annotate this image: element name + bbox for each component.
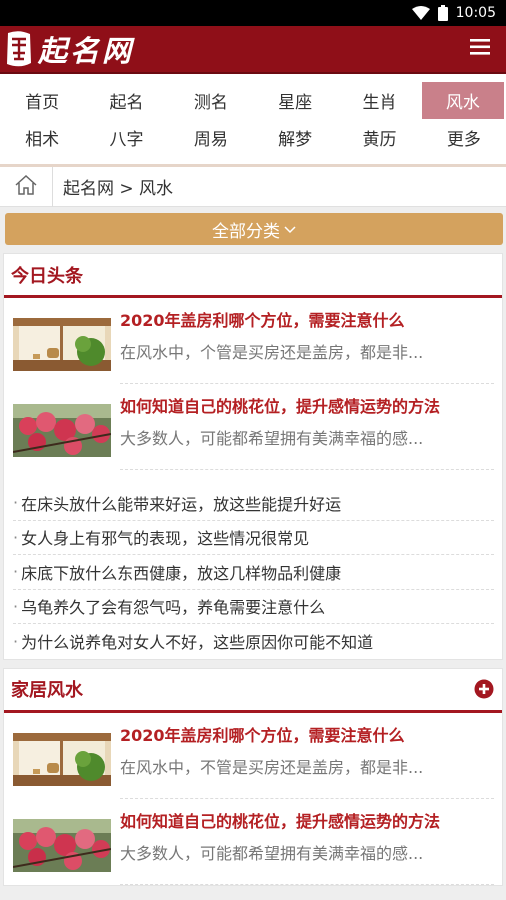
article-desc: 大多数人，可能都希望拥有美满幸福的感... (120, 429, 424, 448)
nav-item-zhouyi[interactable]: 周易 (169, 119, 253, 156)
article-thumbnail-peach-blossom (12, 818, 112, 872)
chevron-down-icon (284, 219, 296, 239)
nav-item-almanac[interactable]: 黄历 (337, 119, 421, 156)
plus-circle-icon[interactable] (474, 679, 494, 699)
article-item[interactable]: 如何知道自己的桃花位，提升感情运势的方法 大多数人，可能都希望拥有美满幸福的感.… (4, 799, 502, 885)
article-desc: 在风水中，不管是买房还是盖房，都是非... (120, 757, 424, 777)
status-time: 10:05 (455, 5, 496, 21)
all-categories-label: 全部分类 (212, 221, 280, 242)
logo-text: 起名网 (38, 34, 135, 68)
breadcrumb-text[interactable]: 起名网 > 风水 (53, 174, 173, 199)
article-thumbnail-window-tea (13, 318, 111, 371)
section-header: 今日头条 (4, 254, 502, 298)
headline-link-list: · 在床头放什么能带来好运，放这些能提升好运 · 女人身上有邪气的表现，这些情况很常… (4, 470, 502, 659)
nav-item-bazi[interactable]: 八字 (84, 119, 168, 156)
article-desc: 大多数人，可能都希望拥有美满幸福的感... (120, 843, 424, 863)
nav-item-physiognomy[interactable]: 相术 (0, 119, 84, 156)
nav-row-2: 相术 八字 周易 解梦 黄历 更多 (0, 119, 506, 156)
list-item[interactable]: · 乌龟养久了会有怨气吗，养龟需要注意什么 (13, 590, 494, 624)
list-item[interactable]: · 在床头放什么能带来好运，放这些能提升好运 (13, 486, 494, 521)
category-nav: 首页 起名 测名 星座 生肖 风水 相术 八字 周易 解梦 黄历 更多 (0, 74, 506, 167)
nav-item-zodiac[interactable]: 星座 (253, 82, 337, 119)
article-title[interactable]: 如何知道自己的桃花位，提升感情运势的方法 (120, 396, 494, 418)
breadcrumb: 起名网 > 风水 (0, 166, 506, 207)
site-logo[interactable]: 起名网 (4, 28, 134, 70)
home-icon (15, 174, 37, 199)
app-bar: 起名网 (0, 26, 506, 74)
section-home-fengshui: 家居风水 2020年盖房利哪个方位，需要注意什么 在风水中，不管是买房还是盖房，… (3, 667, 503, 886)
list-item[interactable]: · 床底下放什么东西健康，放这几样物品利健康 (13, 555, 494, 590)
nav-row-1: 首页 起名 测名 星座 生肖 风水 (0, 82, 506, 119)
battery-icon (437, 5, 448, 21)
article-desc: 在风水中，个管是买房还是盖房，都是非... (120, 343, 424, 362)
article-thumbnail-peach-blossom (12, 404, 112, 457)
logo-seal-icon (4, 29, 34, 69)
article-title[interactable]: 2020年盖房利哪个方位，需要注意什么 (120, 725, 494, 747)
status-bar: 10:05 (0, 0, 506, 26)
list-item[interactable]: · 为什么说养龟对女人不好，这些原因你可能不知道 (13, 624, 494, 659)
list-item[interactable]: · 女人身上有邪气的表现，这些情况很常见 (13, 521, 494, 555)
article-title[interactable]: 如何知道自己的桃花位，提升感情运势的方法 (120, 811, 494, 833)
menu-icon (470, 38, 490, 60)
nav-item-chinese-zodiac[interactable]: 生肖 (337, 82, 421, 119)
section-header: 家居风水 (4, 669, 502, 713)
article-item[interactable]: 2020年盖房利哪个方位，需要注意什么 在风水中，不管是买房还是盖房，都是非..… (4, 713, 502, 799)
section-today-headlines: 今日头条 2020年盖房利哪个方位，需要注意什么 在风水中，个管是买房还是盖房，… (3, 253, 503, 660)
nav-item-fengshui[interactable]: 风水 (421, 82, 504, 119)
article-item[interactable]: 2020年盖房利哪个方位，需要注意什么 在风水中，个管是买房还是盖房，都是非..… (4, 298, 502, 384)
article-thumbnail-window-tea (13, 732, 111, 786)
article-item[interactable]: 如何知道自己的桃花位，提升感情运势的方法 大多数人，可能都希望拥有美满幸福的感.… (4, 384, 502, 470)
nav-item-home[interactable]: 首页 (0, 82, 84, 119)
nav-item-dreams[interactable]: 解梦 (253, 119, 337, 156)
wifi-icon (411, 6, 430, 20)
section-title: 家居风水 (11, 680, 83, 701)
nav-item-name-test[interactable]: 测名 (169, 82, 253, 119)
section-title: 今日头条 (11, 265, 83, 287)
nav-item-more[interactable]: 更多 (422, 119, 506, 156)
all-categories-button[interactable]: 全部分类 (5, 213, 503, 245)
home-button[interactable] (0, 166, 53, 207)
article-title[interactable]: 2020年盖房利哪个方位，需要注意什么 (120, 310, 494, 332)
menu-button[interactable] (466, 35, 494, 63)
nav-item-naming[interactable]: 起名 (84, 82, 168, 119)
